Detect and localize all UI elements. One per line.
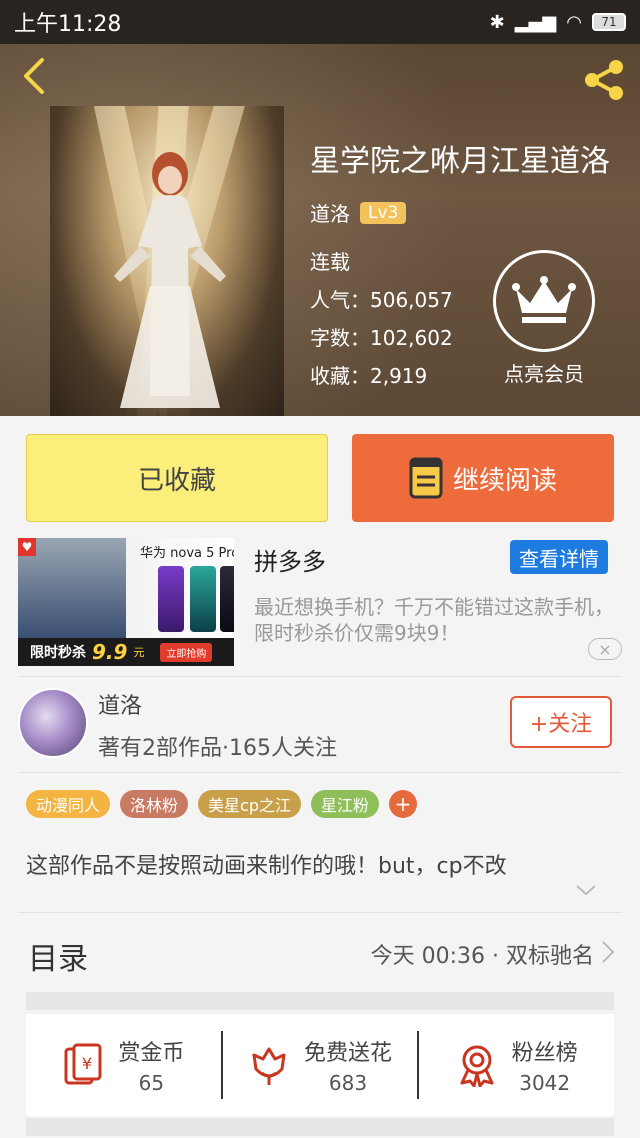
status-time: 上午11:28 xyxy=(14,12,122,37)
wifi-icon: ◠ xyxy=(566,11,582,33)
svg-text:¥: ¥ xyxy=(82,1054,92,1073)
ad-description[interactable]: 最近想换手机？千万不能错过这款手机，限时秒杀价仅需9块9！ xyxy=(254,594,624,646)
word-count: 字数：102,602 xyxy=(310,326,453,350)
section-separator xyxy=(26,1118,614,1136)
divider xyxy=(18,772,622,773)
tag-item[interactable]: 洛林粉 xyxy=(120,790,189,818)
add-tag-button[interactable]: + xyxy=(389,790,418,818)
ad-close-button[interactable]: × xyxy=(588,638,622,660)
cover-character xyxy=(114,152,226,408)
ad-phone-black xyxy=(220,566,234,632)
follow-button[interactable]: +关注 xyxy=(510,696,612,748)
back-icon[interactable] xyxy=(18,56,58,100)
share-icon[interactable] xyxy=(580,56,628,104)
crown-icon xyxy=(493,250,595,352)
book-icon xyxy=(409,457,443,499)
favorited-button[interactable]: 已收藏 xyxy=(26,434,328,522)
ad-phone-purple xyxy=(158,566,184,632)
vip-button[interactable]: 点亮会员 xyxy=(490,250,598,387)
book-cover[interactable] xyxy=(50,106,284,416)
continue-reading-button[interactable]: 继续阅读 xyxy=(352,434,614,522)
status-bar: 上午11:28 ✱ ▂▄▆ ◠ 71 xyxy=(0,0,640,44)
ad-brand-text: 华为 nova 5 Pro xyxy=(140,546,234,561)
ad-buy-now-button: 立即抢购 xyxy=(160,642,213,662)
tag-item[interactable]: 动漫同人 xyxy=(26,790,111,818)
tag-list: 动漫同人 洛林粉 美星cp之江 星江粉 + xyxy=(26,790,418,818)
free-flower-label: 免费送花 xyxy=(304,1041,393,1066)
reward-coin-value: 65 xyxy=(138,1071,165,1095)
catalog-label[interactable]: 目录 xyxy=(28,934,88,978)
medal-icon xyxy=(460,1045,494,1087)
ad-sale-unit: 元 xyxy=(133,646,145,659)
free-flower-stat[interactable]: 免费送花 683 xyxy=(223,1035,418,1095)
signal-icon: ▂▄▆ xyxy=(514,11,557,33)
favorite-count: 收藏：2,919 xyxy=(310,364,428,388)
divider xyxy=(18,676,622,677)
battery-level: 71 xyxy=(601,15,617,29)
fan-ranking-stat[interactable]: 粉丝榜 3042 xyxy=(419,1035,614,1095)
ad-image[interactable]: ♥ 华为 nova 5 Pro 限时秒杀 9.9 元 立即抢购 xyxy=(18,538,234,666)
author-stats: 著有2部作品·165人关注 xyxy=(98,736,337,761)
stats-row: ¥ 赏金币 65 免费送花 683 粉丝榜 3042 xyxy=(26,1014,614,1116)
reward-coin-label: 赏金币 xyxy=(118,1041,185,1066)
battery-icon: 71 xyxy=(592,13,626,31)
tag-item[interactable]: 美星cp之江 xyxy=(198,790,301,818)
coin-envelope-icon: ¥ xyxy=(64,1043,102,1085)
section-separator xyxy=(26,992,614,1010)
ad-sale-price: 9.9 xyxy=(92,640,128,664)
chevron-down-icon[interactable] xyxy=(574,882,598,898)
ad-title[interactable]: 拼多多 xyxy=(254,542,326,577)
author-name[interactable]: 道洛 xyxy=(98,688,142,720)
tag-item[interactable]: 星江粉 xyxy=(311,790,380,818)
continue-reading-label: 继续阅读 xyxy=(452,465,557,496)
bluetooth-icon: ✱ xyxy=(489,11,505,33)
serial-status: 连载 xyxy=(310,250,350,274)
ad-phone-green xyxy=(190,566,216,632)
flower-icon xyxy=(252,1047,286,1085)
reward-coin-stat[interactable]: ¥ 赏金币 65 xyxy=(26,1035,221,1095)
vip-label: 点亮会员 xyxy=(504,362,584,386)
chevron-right-icon[interactable] xyxy=(600,938,616,966)
author-avatar[interactable] xyxy=(18,688,88,758)
book-header: 星学院之咻月江星道洛 道洛 Lv3 连载 人气：506,057 字数：102,6… xyxy=(0,44,640,416)
popularity-count: 人气：506,057 xyxy=(310,288,453,312)
author-level-badge: Lv3 xyxy=(360,201,407,224)
book-author[interactable]: 道洛 xyxy=(310,198,350,227)
ad-sale-text: 限时秒杀 xyxy=(30,645,86,661)
book-title: 星学院之咻月江星道洛 xyxy=(310,144,610,179)
ad-heart-icon: ♥ xyxy=(18,538,36,556)
fan-ranking-value: 3042 xyxy=(519,1071,571,1095)
fan-ranking-label: 粉丝榜 xyxy=(511,1041,578,1066)
divider xyxy=(18,912,622,913)
ad-view-details-button[interactable]: 查看详情 xyxy=(510,540,608,574)
free-flower-value: 683 xyxy=(328,1071,368,1095)
book-detail-body: 已收藏 继续阅读 ♥ 华为 nova 5 Pro 限时秒杀 9.9 元 立即抢购… xyxy=(0,416,640,1138)
catalog-latest-chapter[interactable]: 今天 00:36 · 双标驰名 xyxy=(371,938,594,970)
book-intro[interactable]: 这部作品不是按照动画来制作的哦！but，cp不改 xyxy=(26,848,507,880)
